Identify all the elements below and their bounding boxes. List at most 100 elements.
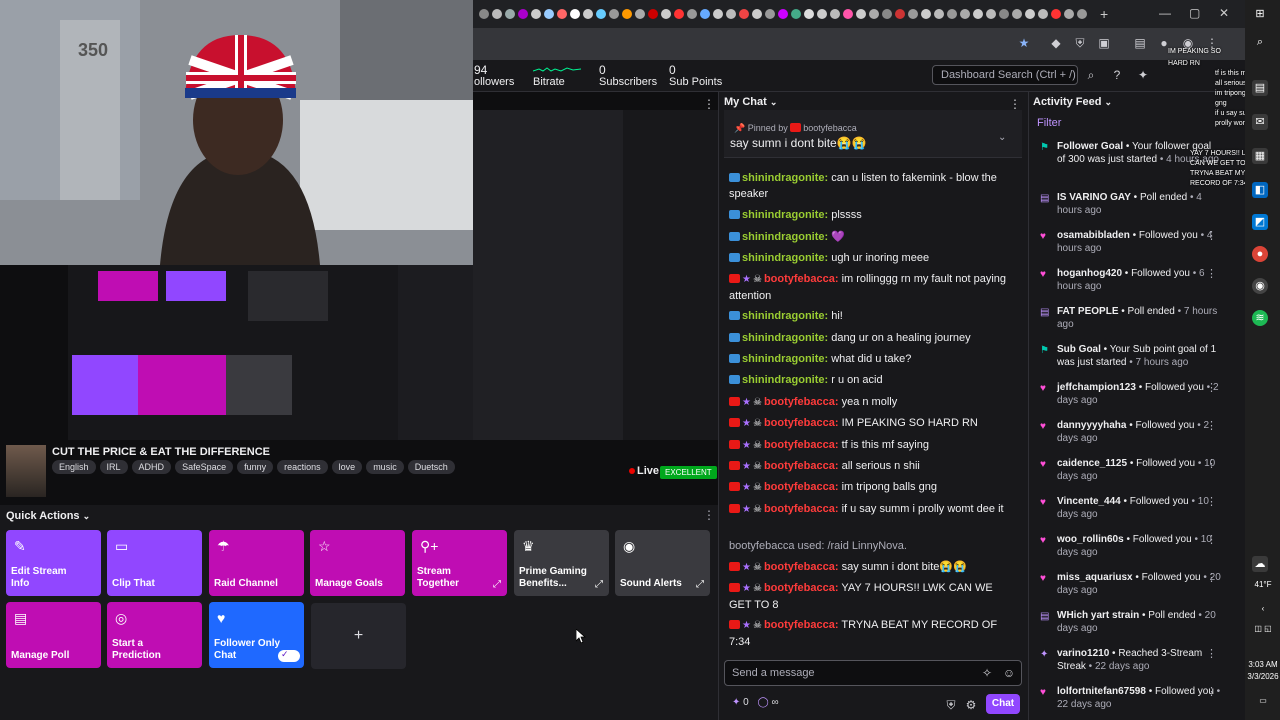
chat-message[interactable]: shinindragonite: plssss [729,207,1014,223]
activity-feed-header[interactable]: Activity Feed ⌄ [1033,96,1112,108]
add-quick-action-button[interactable]: + [311,603,406,669]
stream-tag[interactable]: reactions [277,460,328,474]
browser-tab[interactable] [973,9,983,19]
calendar-icon[interactable]: ▦ [1252,148,1268,164]
quick-action-start-a-prediction[interactable]: ◎ Start a Prediction [107,602,202,668]
chat-username[interactable]: bootyfebacca: [764,503,839,515]
stream-tag[interactable]: funny [237,460,274,474]
browser-tab[interactable] [934,9,944,19]
browser-tab[interactable] [583,9,593,19]
chat-username[interactable]: shinindragonite: [742,252,828,264]
browser-tab[interactable] [739,9,749,19]
search-icon[interactable]: ⌕ [1084,68,1098,82]
preview-options-icon[interactable]: ⋮ [702,97,716,111]
help-icon[interactable]: ? [1110,68,1124,82]
popout-icon[interactable]: ⤢ [493,579,501,590]
minimize-icon[interactable]: — [1159,6,1171,20]
browser-tab[interactable] [505,9,515,19]
browser-tab[interactable] [869,9,879,19]
browser-tab[interactable] [596,9,606,19]
browser-tab[interactable] [856,9,866,19]
stream-tag[interactable]: IRL [99,460,128,474]
magic-icon[interactable]: ✧ [980,666,994,680]
browser-tab[interactable] [986,9,996,19]
maximize-icon[interactable]: ▢ [1189,6,1200,20]
chat-message[interactable]: shinindragonite: r u on acid [729,372,1014,388]
browser-tab[interactable] [778,9,788,19]
emote-icon[interactable]: ☺ [1002,666,1016,680]
outlook-icon[interactable]: ◩ [1252,214,1268,230]
stream-tag[interactable]: SafeSpace [175,460,234,474]
browser-tab[interactable] [726,9,736,19]
chat-username[interactable]: shinindragonite: [742,209,828,221]
chat-message[interactable]: ★ ☠ bootyfebacca: if u say summ i prolly w… [729,501,1014,518]
browser-tab[interactable] [817,9,827,19]
browser-tab[interactable] [1025,9,1035,19]
tray-icons[interactable]: ◫ ◱ [1246,624,1280,633]
quick-action-sound-alerts[interactable]: ◉ Sound Alerts ⤢ [615,530,710,596]
quick-actions-header[interactable]: Quick Actions ⌄ [6,510,90,522]
browser-tab[interactable] [557,9,567,19]
windows-icon[interactable]: ⊞ [1252,6,1268,22]
dashboard-search-input[interactable]: Dashboard Search (Ctrl + /) [932,65,1078,85]
mail-icon[interactable]: ✉ [1252,114,1268,130]
spotify-icon[interactable]: ≋ [1252,310,1268,326]
chat-username[interactable]: bootyfebacca: [764,439,839,451]
notifications-icon[interactable]: ▭ [1246,696,1280,705]
file-explorer-icon[interactable]: ▤ [1252,80,1268,96]
more-options-icon[interactable]: ⋮ [703,508,715,522]
browser-tab[interactable] [765,9,775,19]
chat-message[interactable]: bootyfebacca used: /raid LinnyNova. [729,538,1014,554]
browser-tab[interactable] [713,9,723,19]
browser-tab[interactable] [518,9,528,19]
quick-action-prime-gaming-benefits[interactable]: ♛ Prime Gaming Benefits... ⤢ [514,530,609,596]
item-options-icon[interactable]: ⋮ [1206,381,1217,394]
chat-username[interactable]: shinindragonite: [742,310,828,322]
item-options-icon[interactable]: ⋮ [1206,533,1217,546]
popout-icon[interactable]: ⤢ [696,579,704,590]
chat-message[interactable]: ★ ☠ bootyfebacca: all serious n shii [729,458,1014,475]
chat-options-icon[interactable]: ⋮ [1008,97,1022,111]
chrome-active-icon[interactable]: ◉ [1252,278,1268,294]
chrome-icon[interactable]: ● [1252,246,1268,262]
chat-message[interactable]: shinindragonite: what did u take? [729,351,1014,367]
filter-button[interactable]: Filter [1037,117,1061,129]
stream-tag[interactable]: ADHD [131,460,172,474]
chat-message[interactable]: shinindragonite: 💜 [729,229,1014,245]
browser-tab[interactable] [648,9,658,19]
channel-points-row[interactable]: ✦ 0 ◯ ∞ [732,697,779,708]
stream-tag[interactable]: Duetsch [407,460,455,474]
browser-tab[interactable] [700,9,710,19]
chat-message[interactable]: ★ ☠ bootyfebacca: im rollinggg rn my fault… [729,271,1014,304]
browser-tab[interactable] [570,9,580,19]
taskbar-search-icon[interactable]: ⌕ [1252,34,1268,50]
browser-tab[interactable] [830,9,840,19]
chat-message[interactable]: shinindragonite: can u listen to fakemin… [729,170,1014,202]
browser-tab[interactable] [1077,9,1087,19]
browser-tab[interactable] [791,9,801,19]
browser-tab[interactable] [492,9,502,19]
chat-username[interactable]: bootyfebacca: [764,582,839,594]
shield-icon[interactable]: ⛨ [1073,36,1087,50]
chat-username[interactable]: bootyfebacca: [764,396,839,408]
browser-tab[interactable] [661,9,671,19]
browser-tab[interactable] [804,9,814,19]
browser-tab[interactable] [921,9,931,19]
mod-shield-icon[interactable]: ⛨ [944,698,958,712]
chat-username[interactable]: bootyfebacca: [764,460,839,472]
chat-username[interactable]: shinindragonite: [742,332,828,344]
chat-username[interactable]: bootyfebacca: [764,481,839,493]
item-options-icon[interactable]: ⋮ [1206,571,1217,584]
browser-tab[interactable] [635,9,645,19]
quick-action-stream-together[interactable]: ⚲+ Stream Together ⤢ [412,530,507,596]
clock-date[interactable]: 3/3/2026 [1246,672,1280,681]
quick-action-clip-that[interactable]: ▭ Clip That [107,530,202,596]
bookmark-star-icon[interactable]: ★ [1017,36,1031,50]
extension-icon[interactable]: ◆ [1049,36,1063,50]
clock-time[interactable]: 3:03 AM [1246,660,1280,669]
chat-message[interactable]: ★ ☠ bootyfebacca: tf is this mf saying [729,437,1014,454]
browser-tab[interactable] [622,9,632,19]
chat-message[interactable]: ★ ☠ bootyfebacca: IM PEAKING SO HARD RN [729,415,1014,432]
pinned-message[interactable] [724,110,1022,158]
quick-action-manage-poll[interactable]: ▤ Manage Poll [6,602,101,668]
